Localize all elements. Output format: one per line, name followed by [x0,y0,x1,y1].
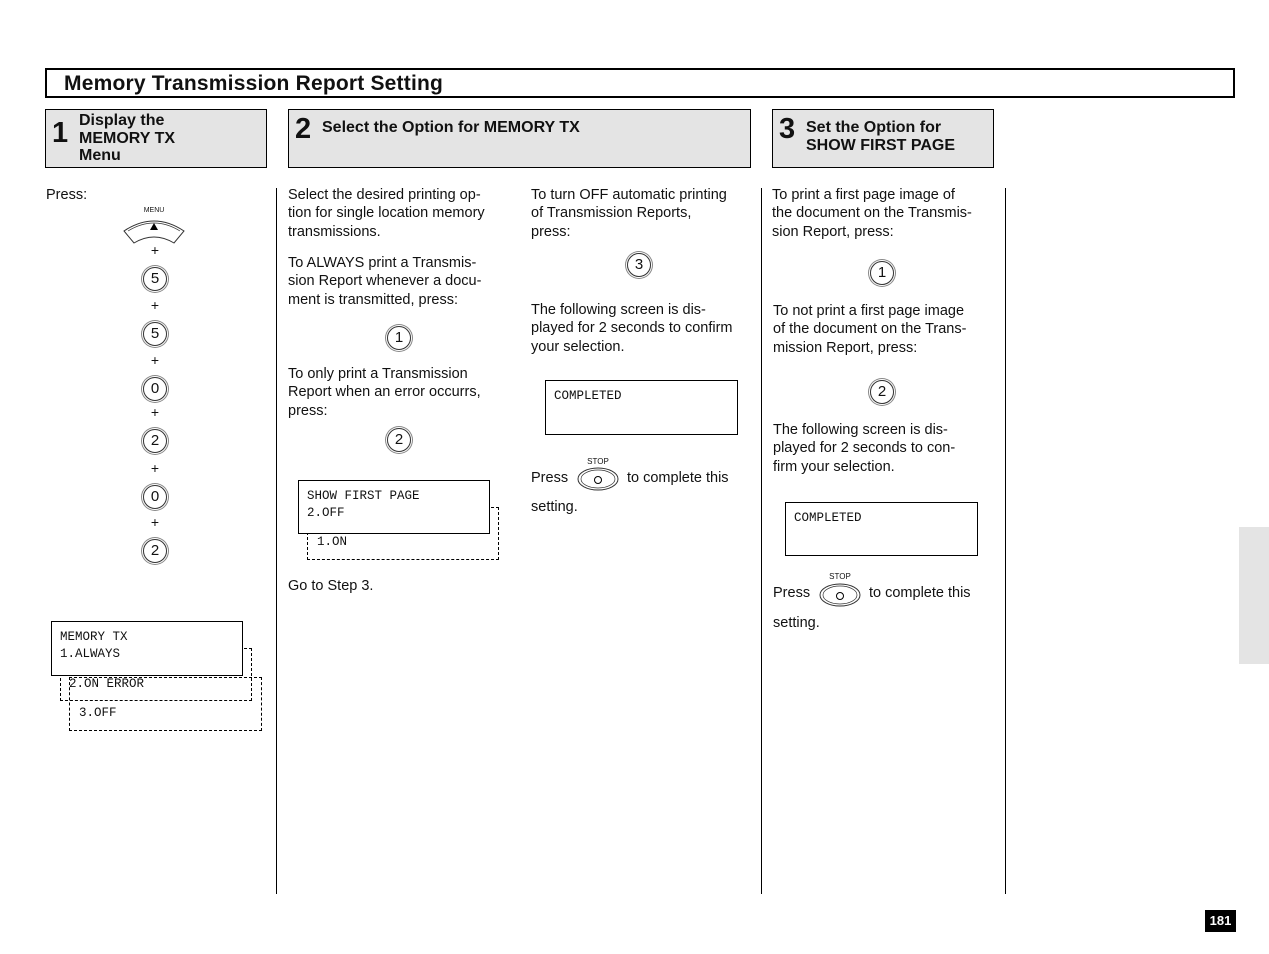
stop-key-label: STOP [829,572,851,581]
off-text: To turn OFF automatic printing of Transm… [531,187,727,240]
step-1-header: 1 Display the MEMORY TX Menu [45,109,267,168]
key-3[interactable]: 3 [627,253,651,277]
print-first-page-text: To print a first page image of the docum… [772,187,972,240]
step-label: Set the Option for SHOW FIRST PAGE [806,119,956,154]
step-number: 2 [295,113,312,145]
key-1[interactable]: 1 [387,326,411,350]
section-tab [1239,527,1269,664]
lcd-completed: COMPLETED [785,502,978,556]
key-2[interactable]: 2 [143,429,167,453]
step-2-header: 2 Select the Option for MEMORY TX [288,109,751,168]
press-label: Press: [46,187,88,203]
column-divider [761,188,762,894]
plus-sign: + [150,404,160,420]
plus-sign: + [150,352,160,368]
plus-sign: + [150,460,160,476]
menu-key: MENU [122,207,186,245]
press-text: Press [773,585,811,601]
step-number: 3 [779,113,796,145]
on-error-text: To only print a Transmission Report when… [288,366,481,419]
stop-key-icon[interactable] [819,583,861,607]
column-divider [1005,188,1006,894]
plus-sign: + [150,297,160,313]
confirm-text: The following screen is dis- played for … [531,302,733,355]
key-5[interactable]: 5 [143,267,167,291]
press-text: Press [531,470,569,486]
stop-key-icon[interactable] [577,467,619,491]
key-0[interactable]: 0 [143,485,167,509]
key-2[interactable]: 2 [143,539,167,563]
goto-step-3: Go to Step 3. [288,578,374,594]
always-text: To ALWAYS print a Transmis- sion Report … [288,255,482,308]
complete-text: to complete this [627,470,729,486]
page-number: 181 [1205,910,1236,932]
intro-text: Select the desired printing op- tion for… [288,187,485,240]
key-0[interactable]: 0 [143,377,167,401]
page-title-box: Memory Transmission Report Setting [45,68,1235,98]
step-label: Display the MEMORY TX Menu [79,112,176,164]
complete-text: to complete this [869,585,971,601]
plus-sign: + [150,514,160,530]
confirm-text: The following screen is dis- played for … [773,422,956,475]
plus-sign: + [150,242,160,258]
page-title: Memory Transmission Report Setting [64,72,444,95]
lcd-show-first-page: SHOW FIRST PAGE 2.OFF [298,480,490,534]
stop-key-label: STOP [587,457,609,466]
lcd-completed: COMPLETED [545,380,738,435]
step-label: Select the Option for MEMORY TX [322,119,580,136]
setting-text: setting. [531,499,578,515]
lcd-option-off: 3.OFF [69,677,262,731]
setting-text: setting. [773,615,820,631]
key-5[interactable]: 5 [143,322,167,346]
step-number: 1 [52,117,69,149]
key-2[interactable]: 2 [387,428,411,452]
key-2[interactable]: 2 [870,380,894,404]
step-3-header: 3 Set the Option for SHOW FIRST PAGE [772,109,994,168]
no-print-first-page-text: To not print a first page image of the d… [773,303,967,356]
key-1[interactable]: 1 [870,261,894,285]
lcd-memory-tx: MEMORY TX 1.ALWAYS [51,621,243,676]
column-divider [276,188,277,894]
